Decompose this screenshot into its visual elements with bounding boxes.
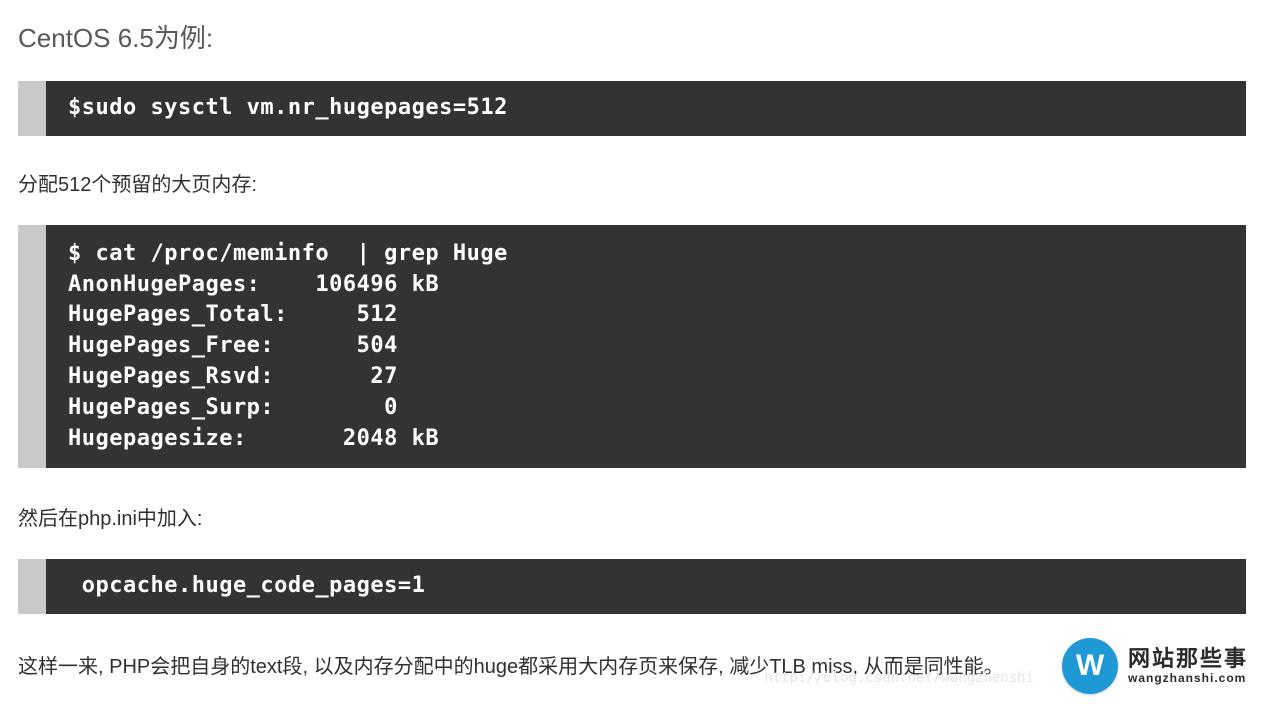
logo-text-en: wangzhanshi.com (1128, 672, 1248, 684)
code-block-2: $ cat /proc/meminfo | grep Huge AnonHuge… (18, 225, 1246, 469)
paragraph-2: 然后在php.ini中加入: (18, 502, 1246, 531)
watermark-url: http://blog.csdn.net/wangzhenshi (764, 670, 1034, 686)
logo-badge-icon: W (1062, 638, 1118, 694)
code-block-1: $sudo sysctl vm.nr_hugepages=512 (18, 81, 1246, 136)
logo-text: 网站那些事 wangzhanshi.com (1128, 648, 1248, 684)
site-logo: W 网站那些事 wangzhanshi.com (1062, 638, 1248, 694)
section-heading: CentOS 6.5为例: (18, 18, 1246, 55)
code-block-3: opcache.huge_code_pages=1 (18, 559, 1246, 614)
paragraph-1: 分配512个预留的大页内存: (18, 168, 1246, 197)
article-body: CentOS 6.5为例: $sudo sysctl vm.nr_hugepag… (0, 0, 1264, 679)
logo-text-cn: 网站那些事 (1128, 648, 1248, 670)
